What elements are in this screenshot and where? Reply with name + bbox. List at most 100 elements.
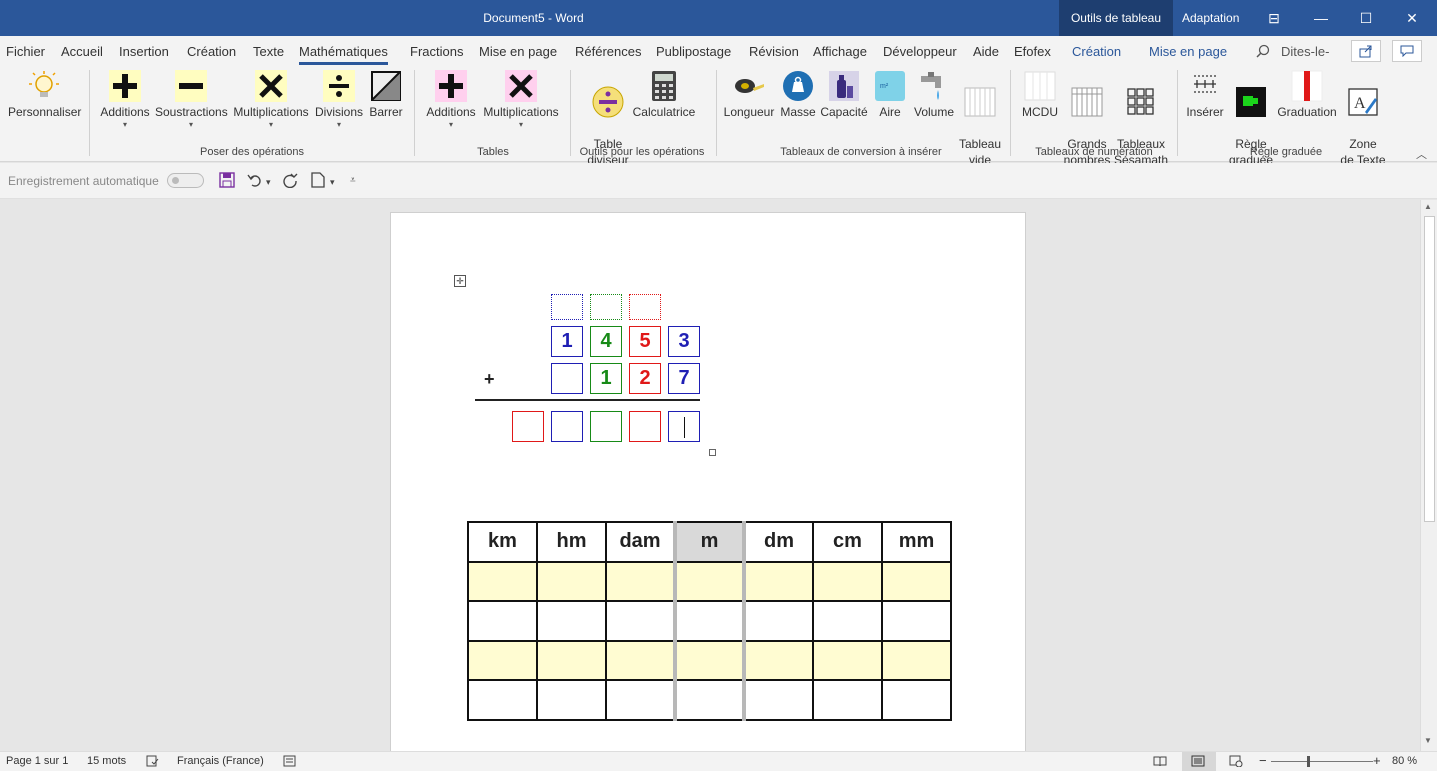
tab-publipostage[interactable]: Publipostage bbox=[656, 44, 731, 59]
language-label[interactable]: Français (France) bbox=[177, 755, 264, 767]
tab-fichier[interactable]: Fichier bbox=[6, 44, 45, 59]
page-count[interactable]: Page 1 sur 1 bbox=[6, 755, 68, 767]
longueur-button[interactable]: Longueur bbox=[722, 70, 776, 120]
table-cell[interactable] bbox=[605, 639, 676, 681]
web-layout-icon[interactable] bbox=[1229, 755, 1243, 770]
table-cell[interactable] bbox=[881, 600, 952, 642]
volume-button[interactable]: Volume bbox=[912, 70, 956, 120]
table-cell[interactable] bbox=[605, 560, 676, 602]
digit-box[interactable]: 3 bbox=[668, 326, 700, 357]
aire-button[interactable]: m² Aire bbox=[872, 70, 908, 120]
multiplications-button[interactable]: Multiplications ▾ bbox=[230, 70, 312, 130]
result-box[interactable] bbox=[512, 411, 544, 442]
header-m[interactable]: m bbox=[673, 521, 746, 563]
table-cell[interactable] bbox=[812, 600, 883, 642]
tab-mathematiques[interactable]: Mathématiques bbox=[299, 44, 388, 65]
digit-box[interactable]: 7 bbox=[668, 363, 700, 394]
tab-table-creation[interactable]: Création bbox=[1072, 44, 1121, 59]
soustractions-button[interactable]: Soustractions ▾ bbox=[155, 70, 228, 130]
inserer-button[interactable]: Insérer bbox=[1184, 70, 1226, 120]
undo-dropdown-icon[interactable]: ▾ bbox=[266, 177, 271, 188]
table-cell[interactable] bbox=[605, 600, 676, 642]
adaptation-label[interactable]: Adaptation bbox=[1182, 11, 1239, 25]
print-layout-icon[interactable] bbox=[1191, 755, 1205, 770]
tab-table-layout[interactable]: Mise en page bbox=[1149, 44, 1227, 59]
table-cell[interactable] bbox=[743, 560, 814, 602]
tab-developpeur[interactable]: Développeur bbox=[883, 44, 957, 59]
personnaliser-button[interactable]: Personnaliser bbox=[8, 70, 81, 120]
result-box[interactable] bbox=[590, 411, 622, 442]
header-km[interactable]: km bbox=[467, 521, 538, 563]
tab-efofex[interactable]: Efofex bbox=[1014, 44, 1051, 59]
table-cell[interactable] bbox=[467, 639, 538, 681]
save-icon[interactable] bbox=[219, 172, 235, 192]
carry-box[interactable] bbox=[629, 294, 661, 320]
autosave-toggle[interactable] bbox=[167, 173, 204, 188]
table-cell[interactable] bbox=[743, 600, 814, 642]
collapse-ribbon-icon[interactable]: ︿ bbox=[1416, 146, 1427, 162]
table-cell[interactable] bbox=[673, 560, 746, 602]
header-dam[interactable]: dam bbox=[605, 521, 676, 563]
table-cell[interactable] bbox=[536, 600, 607, 642]
tab-aide[interactable]: Aide bbox=[973, 44, 999, 59]
tab-affichage[interactable]: Affichage bbox=[813, 44, 867, 59]
result-box[interactable] bbox=[629, 411, 661, 442]
header-cm[interactable]: cm bbox=[812, 521, 883, 563]
digit-box[interactable]: 5 bbox=[629, 326, 661, 357]
conversion-table[interactable]: km hm dam m dm cm mm bbox=[467, 521, 952, 721]
digit-box[interactable]: 1 bbox=[590, 363, 622, 394]
maximize-button[interactable]: ☐ bbox=[1343, 0, 1389, 36]
table-cell[interactable] bbox=[605, 679, 676, 721]
table-cell[interactable] bbox=[673, 639, 746, 681]
masse-button[interactable]: Masse bbox=[778, 70, 818, 120]
tell-me-input[interactable]: Dites-le- bbox=[1281, 44, 1329, 59]
digit-box[interactable] bbox=[551, 363, 583, 394]
read-mode-icon[interactable] bbox=[1153, 755, 1167, 770]
table-cell[interactable] bbox=[812, 560, 883, 602]
table-cell[interactable] bbox=[812, 679, 883, 721]
table-cell[interactable] bbox=[812, 639, 883, 681]
search-icon[interactable] bbox=[1256, 44, 1270, 61]
undo-icon[interactable] bbox=[247, 172, 263, 192]
calculatrice-button[interactable]: Calculatrice bbox=[632, 70, 696, 120]
vertical-scrollbar[interactable]: ▲ ▼ bbox=[1420, 200, 1437, 751]
table-cell[interactable] bbox=[881, 679, 952, 721]
table-cell[interactable] bbox=[467, 679, 538, 721]
table-cell[interactable] bbox=[881, 560, 952, 602]
tab-accueil[interactable]: Accueil bbox=[61, 44, 103, 59]
tables-additions-button[interactable]: Additions ▾ bbox=[424, 70, 478, 130]
digit-box[interactable]: 2 bbox=[629, 363, 661, 394]
table-cell[interactable] bbox=[743, 679, 814, 721]
tab-mise-en-page[interactable]: Mise en page bbox=[479, 44, 557, 59]
minimize-button[interactable]: — bbox=[1298, 0, 1344, 36]
barrer-button[interactable]: Barrer bbox=[366, 70, 406, 120]
table-cell[interactable] bbox=[673, 679, 746, 721]
zoom-in-icon[interactable]: + bbox=[1373, 753, 1381, 768]
context-tab-table-tools[interactable]: Outils de tableau bbox=[1059, 0, 1173, 36]
document-page[interactable]: ✛ 1 4 5 3 + 1 2 7 km hm dam m dm cm mm bbox=[390, 212, 1026, 757]
header-hm[interactable]: hm bbox=[536, 521, 607, 563]
scroll-down-icon[interactable]: ▼ bbox=[1424, 736, 1432, 745]
ribbon-display-icon[interactable]: ⊟ bbox=[1251, 0, 1297, 36]
divisions-button[interactable]: Divisions ▾ bbox=[313, 70, 365, 130]
mcdu-button[interactable]: MCDU bbox=[1018, 70, 1062, 120]
tab-fractions[interactable]: Fractions bbox=[410, 44, 463, 59]
zoom-level[interactable]: 80 % bbox=[1392, 755, 1417, 767]
result-box[interactable] bbox=[551, 411, 583, 442]
zoom-out-icon[interactable]: − bbox=[1259, 753, 1267, 768]
digit-box[interactable]: 1 bbox=[551, 326, 583, 357]
capacite-button[interactable]: Capacité bbox=[820, 70, 868, 120]
carry-box[interactable] bbox=[551, 294, 583, 320]
table-cell[interactable] bbox=[881, 639, 952, 681]
new-doc-dropdown-icon[interactable]: ▾ bbox=[330, 177, 335, 188]
header-mm[interactable]: mm bbox=[881, 521, 952, 563]
table-cell[interactable] bbox=[743, 639, 814, 681]
carry-box[interactable] bbox=[590, 294, 622, 320]
table-cell[interactable] bbox=[536, 560, 607, 602]
accessibility-icon[interactable] bbox=[283, 755, 296, 770]
scrollbar-thumb[interactable] bbox=[1424, 216, 1435, 522]
comment-icon[interactable] bbox=[1392, 40, 1422, 62]
table-move-handle-icon[interactable]: ✛ bbox=[454, 275, 466, 287]
customize-icon[interactable]: ⩡ bbox=[350, 175, 356, 186]
close-button[interactable]: ✕ bbox=[1389, 0, 1435, 36]
